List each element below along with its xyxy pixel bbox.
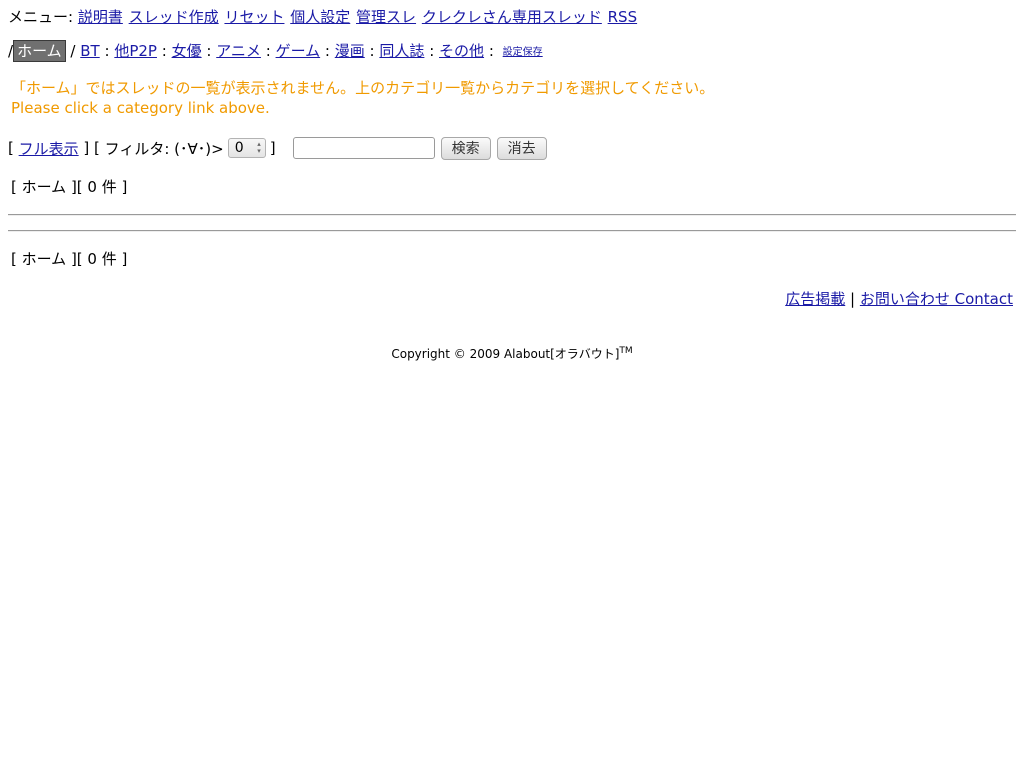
category-link-manga[interactable]: 漫画 [335,42,365,60]
search-input[interactable] [292,137,435,159]
menu-item-rss[interactable]: RSS [608,8,637,26]
trademark-mark: TM [619,346,633,356]
category-link-other-p2p[interactable]: 他P2P [114,42,157,60]
home-notice: 「ホーム」ではスレッドの一覧が表示されません。上のカテゴリ一覧からカテゴリを選択… [11,78,714,118]
stepper-arrows-icon[interactable]: ▴ ▾ [257,141,261,155]
thread-count-top: [ ホーム ][ 0 件 ] [11,178,128,196]
save-settings-link[interactable]: 設定保存 [503,47,543,58]
category-separator: : [488,42,494,60]
category-separator: : [206,42,212,60]
menu-item-request-thread[interactable]: クレクレさん専用スレッド [422,8,602,26]
category-separator: : [104,42,110,60]
notice-japanese: 「ホーム」ではスレッドの一覧が表示されません。上のカテゴリ一覧からカテゴリを選択… [11,79,715,97]
clear-button[interactable]: 消去 [496,136,547,160]
category-separator: : [429,42,435,60]
full-view-link[interactable]: フル表示 [19,138,79,159]
thread-count-bottom: [ ホーム ][ 0 件 ] [11,250,128,268]
menu-item-admin-thread[interactable]: 管理スレ [356,8,416,26]
filter-bar: [ フル表示 ] [ フィルタ: (･∀･)> 0 ▴ ▾ ] 検索 消去 [8,136,547,160]
menu-item-reset[interactable]: リセット [224,8,284,26]
filter-stepper[interactable]: 0 ▴ ▾ [227,138,266,158]
page: メニュー: 説明書 スレッド作成 リセット 個人設定 管理スレ クレクレさん専用… [0,0,1024,768]
bracket: ] [269,139,276,157]
category-separator: : [369,42,375,60]
category-nav: / ホーム / BT : 他P2P : 女優 : アニメ : ゲーム : 漫画 :… [8,40,543,65]
category-separator: : [324,42,330,60]
footer-links: 広告掲載 | お問い合わせ Contact [785,289,1013,309]
bracket: [ [8,139,19,157]
bracket: ] [ [78,139,105,157]
advertise-link[interactable]: 広告掲載 [785,290,845,308]
divider [8,214,1016,216]
search-button[interactable]: 検索 [440,136,491,160]
category-link-bt[interactable]: BT [80,42,99,60]
category-link-actress[interactable]: 女優 [172,42,202,60]
category-separator: / [70,42,76,60]
filter-value: 0 [234,140,244,156]
category-link-doujinshi[interactable]: 同人誌 [379,42,424,60]
category-separator: : [265,42,271,60]
category-link-other[interactable]: その他 [439,42,484,60]
filter-label: フィルタ: (･∀･)> [104,139,224,158]
menu-label: メニュー: [8,8,74,26]
footer-separator: | [850,290,856,308]
menu-item-personal-settings[interactable]: 個人設定 [290,8,350,26]
menu-item-create-thread[interactable]: スレッド作成 [129,8,219,26]
menu-item-manual[interactable]: 説明書 [78,8,123,26]
category-separator: : [161,42,167,60]
category-link-game[interactable]: ゲーム [276,42,321,60]
divider [8,230,1016,232]
notice-english: Please click a category link above. [11,99,270,117]
copyright-text: Copyright © 2009 Alabout[オラバウト] [391,347,620,361]
top-menu: メニュー: 説明書 スレッド作成 リセット 個人設定 管理スレ クレクレさん専用… [8,7,638,27]
copyright: Copyright © 2009 Alabout[オラバウト]TM [0,345,1024,362]
category-link-anime[interactable]: アニメ [216,42,261,60]
category-tab-home[interactable]: ホーム [13,40,66,62]
contact-link[interactable]: お問い合わせ Contact [860,290,1013,308]
